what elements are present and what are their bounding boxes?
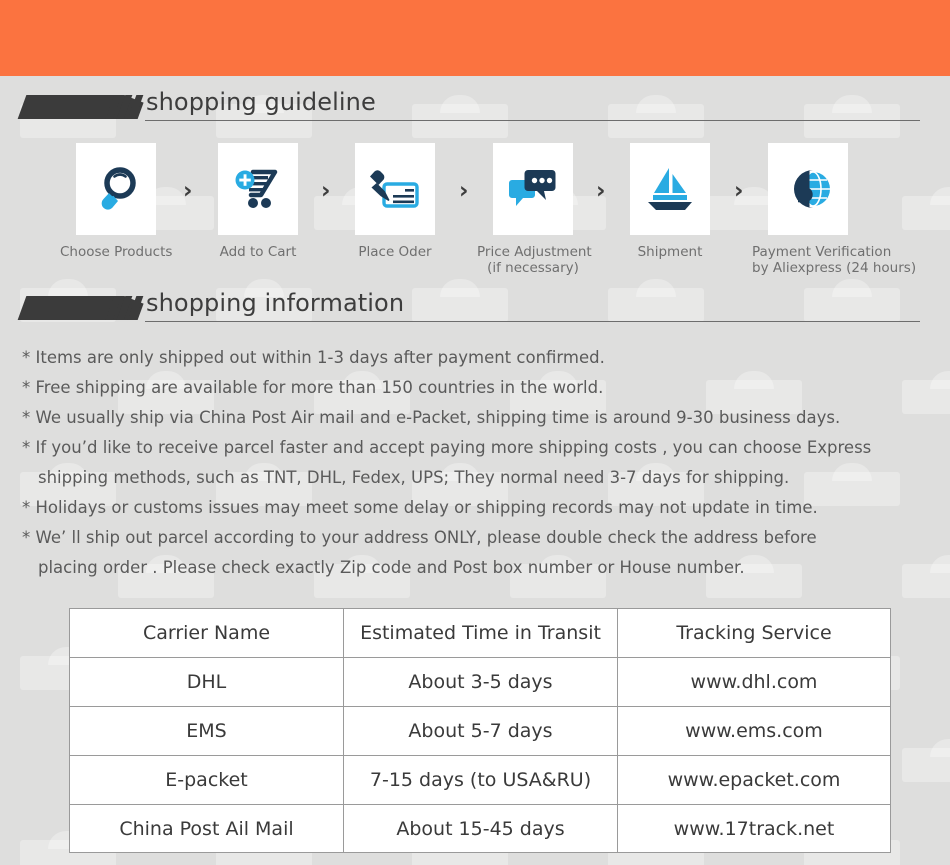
step-icon-box [630,143,710,235]
table-header-row: Carrier Name Estimated Time in Transit T… [69,608,891,658]
table-row: E-packet 7-15 days (to USA&RU) www.epacket… [69,755,891,805]
step-label: Price Adjustment (if necessary) [477,244,592,276]
info-line: * Holidays or customs issues may meet so… [22,498,818,517]
cell-carrier-name: DHL [69,657,344,707]
sailboat-icon [642,163,698,215]
column-header-tracking-service: Tracking Service [617,608,891,658]
section-header-information: shopping information [0,289,950,336]
step-price-adjustment: Price Adjustment (if necessary) [477,143,592,276]
info-line: * Free shipping are available for more t… [22,378,604,397]
page-root: shopping guideline Choose Products › Add… [0,0,950,865]
shipping-info-list: * Items are only shipped out within 1-3 … [22,343,932,583]
step-label: Payment Verification by Aliexpress (24 h… [752,244,917,276]
step-add-to-cart: Add to Cart [202,143,314,260]
cell-estimated-time: 7-15 days (to USA&RU) [343,755,618,805]
step-icon-box [76,143,156,235]
chat-bubbles-icon [506,164,560,214]
step-icon-box [218,143,298,235]
add-to-cart-icon [231,163,285,215]
magnifier-icon [90,163,142,215]
info-line: * We usually ship via China Post Air mai… [22,408,841,427]
step-icon-box [493,143,573,235]
cell-estimated-time: About 3-5 days [343,657,618,707]
step-chevron-icon: › [183,178,193,204]
step-icon-box [355,143,435,235]
section-title: shopping information [146,289,405,317]
step-label: Shipment [637,244,703,260]
table-row: China Post Ail Mail About 15-45 days www.1… [69,804,891,853]
cell-tracking-service: www.17track.net [617,804,891,853]
cell-tracking-service: www.epacket.com [617,755,891,805]
step-choose-products: Choose Products [60,143,172,260]
section-rule [145,120,920,121]
section-title: shopping guideline [146,88,376,116]
step-chevron-icon: › [459,178,469,204]
top-orange-banner [0,0,950,76]
step-chevron-icon: › [321,178,331,204]
step-payment-verification: Payment Verification by Aliexpress (24 h… [752,143,917,276]
step-label: Place Oder [358,244,432,260]
column-header-estimated-time: Estimated Time in Transit [343,608,618,658]
cell-tracking-service: www.dhl.com [617,657,891,707]
column-header-carrier-name: Carrier Name [69,608,344,658]
step-chevron-icon: › [596,178,606,204]
cell-carrier-name: China Post Ail Mail [69,804,344,853]
info-line: shipping methods, such as TNT, DHL, Fede… [38,468,790,487]
table-row: EMS About 5-7 days www.ems.com [69,706,891,756]
step-shipment: Shipment [614,143,726,260]
dollar-globe-icon [782,163,834,215]
step-icon-box [768,143,848,235]
section-header-guideline: shopping guideline [0,88,950,135]
step-place-order: Place Oder [339,143,451,260]
info-line: placing order . Please check exactly Zip… [38,558,745,577]
sign-cheque-icon [367,163,423,215]
info-line: * Items are only shipped out within 1-3 … [22,348,605,367]
shopping-steps: Choose Products › Add to Cart › Place Od… [0,143,950,278]
info-line: * We’ ll ship out parcel according to yo… [22,528,817,547]
cell-carrier-name: E-packet [69,755,344,805]
cell-carrier-name: EMS [69,706,344,756]
carrier-table: Carrier Name Estimated Time in Transit T… [69,608,891,853]
step-chevron-icon: › [734,178,744,204]
cell-estimated-time: About 5-7 days [343,706,618,756]
step-label: Add to Cart [219,244,297,260]
info-line: * If you’d like to receive parcel faster… [22,438,872,457]
cell-tracking-service: www.ems.com [617,706,891,756]
table-row: DHL About 3-5 days www.dhl.com [69,657,891,707]
step-label: Choose Products [60,244,173,260]
section-rule [145,321,920,322]
watermark-mark [902,739,950,782]
cell-estimated-time: About 15-45 days [343,804,618,853]
